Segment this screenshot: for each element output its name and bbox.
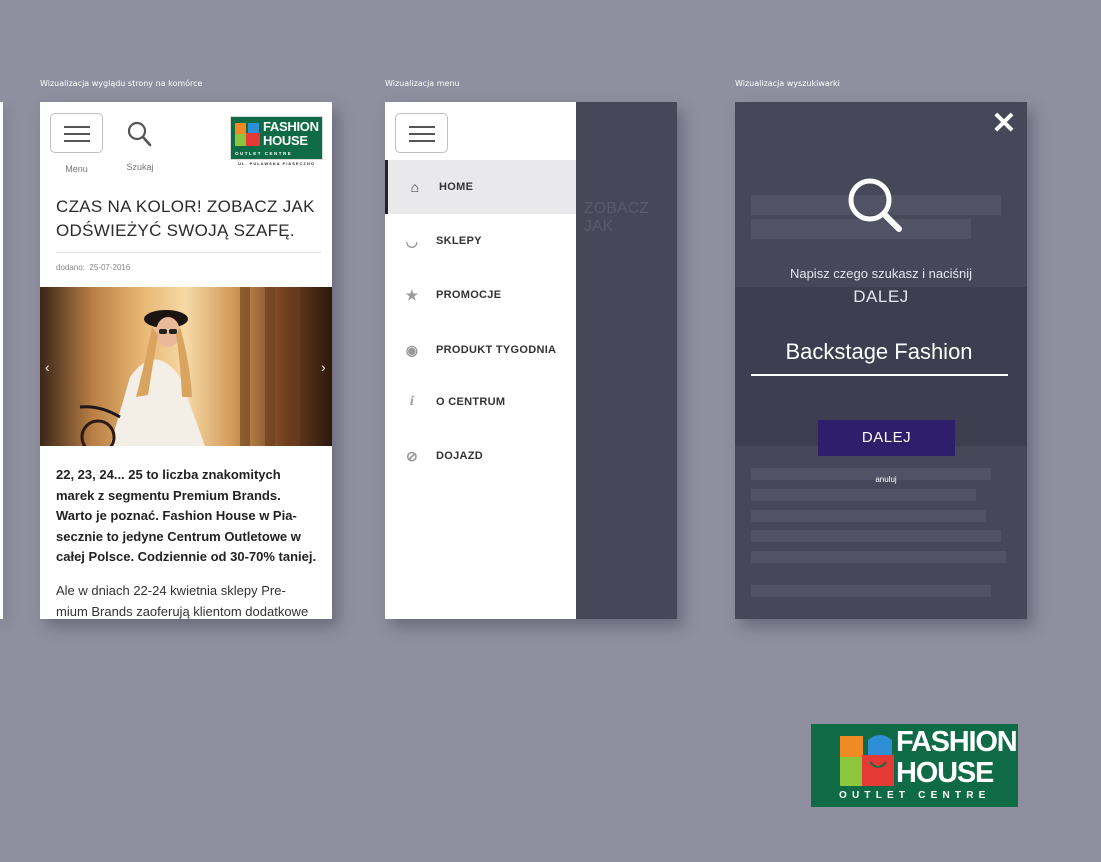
menu-item-dojazd[interactable]: ⊘ DOJAZD [385, 429, 576, 483]
article-date: dodano: 25-07-2016 [56, 263, 130, 272]
hamburger-icon-bar [64, 133, 90, 135]
logo-outlet-centre: OUTLET CENTRE [839, 790, 991, 801]
title-divider [56, 252, 321, 253]
logo-line1: FASHION [896, 726, 1018, 758]
mobile-header: Menu Szukaj FASHION HOUSE OUTLET CENTRE [40, 102, 332, 182]
menu-item-label: PROMOCJE [436, 289, 502, 301]
woman-with-hat-photo [79, 287, 300, 446]
logo-outlet-centre: OUTLET CENTRE [235, 151, 293, 156]
slider-prev-arrow[interactable]: ‹ [45, 359, 50, 375]
hamburger-menu-button[interactable] [395, 113, 448, 153]
lead-line: 22, 23, 24... 25 to liczba znakomitych [56, 467, 281, 482]
menu-item-home[interactable]: ⌂ HOME [385, 160, 576, 214]
search-icon[interactable] [126, 120, 152, 148]
search-icon [848, 178, 902, 232]
logo-text: FASHION HOUSE [896, 726, 1018, 789]
article-title: CZAS NA KOLOR! ZOBACZ JAK ODŚWIEŻYĆ SWOJ… [56, 195, 318, 243]
article-title-line2: ODŚWIEŻYĆ SWOJĄ SZAFĘ. [56, 221, 295, 240]
logo-line2: HOUSE [263, 133, 308, 148]
dimmed-text [751, 489, 976, 501]
logo-line1: FASHION [263, 119, 319, 134]
info-icon: i [409, 394, 415, 409]
lead-line: Warto je poznać. Fashion House w Pia- [56, 508, 297, 523]
article-lead: 22, 23, 24... 25 to liczba znakomitych m… [56, 465, 324, 568]
caption-search: Wizualizacja wyszukiwarki [735, 79, 840, 88]
phone-search-mockup: ✕ Napisz czego szukasz i naciśnij DALEJ … [735, 102, 1027, 619]
logo-text: FASHION HOUSE [263, 120, 319, 148]
date-value: 25-07-2016 [89, 263, 131, 272]
hamburger-menu-button[interactable] [50, 113, 103, 153]
menu-item-label: SKLEPY [436, 235, 482, 247]
fashion-house-logo[interactable]: FASHION HOUSE OUTLET CENTRE UL. PUŁAWSKA… [230, 116, 323, 166]
hamburger-icon-bar [409, 140, 435, 142]
shopping-bags-icon [235, 123, 260, 146]
hamburger-icon-bar [409, 133, 435, 135]
caption-page: Wizualizacja wyglądu strony na komórce [40, 79, 203, 88]
star-icon: ★ [405, 287, 419, 303]
side-menu-panel: ⌂ HOME ◡ SKLEPY ★ PROMOCJE ◉ PRODUKT TYG… [385, 102, 576, 619]
phone-page-mockup: Menu Szukaj FASHION HOUSE OUTLET CENTRE [40, 102, 332, 619]
hamburger-icon [409, 126, 435, 128]
menu-item-label: PRODUKT TYGODNIA [436, 344, 557, 356]
slider-next-arrow[interactable]: › [321, 359, 326, 375]
article-image-slider[interactable]: ‹ › [40, 287, 332, 446]
cancel-link[interactable]: anuluj [735, 475, 1027, 484]
logo-address: UL. PUŁAWSKA PIASECZNO [238, 161, 315, 166]
date-label: dodano: [56, 263, 85, 272]
menu-item-o-centrum[interactable]: i O CENTRUM [385, 375, 576, 429]
shopping-bags-icon [840, 735, 894, 786]
menu-label: Menu [65, 164, 88, 174]
caption-menu: Wizualizacja menu [385, 79, 460, 88]
compass-icon: ⊘ [405, 448, 419, 464]
menu-item-produkt-tygodnia[interactable]: ◉ PRODUKT TYGODNIA [385, 323, 576, 377]
menu-item-label: HOME [439, 181, 474, 193]
lead-line: marek z segmentu Premium Brands. [56, 487, 281, 503]
body-line: Ale w dniach 22-24 kwietnia sklepy Pre- [56, 583, 286, 598]
phone-menu-mockup: ZOBACZ JAK ⌂ HOME ◡ SKLEPY ★ PROMOCJE ◉ … [385, 102, 677, 619]
dimmed-text [751, 510, 986, 522]
article-body: Ale w dniach 22-24 kwietnia sklepy Pre- … [56, 581, 324, 619]
lead-line: secznie to jedyne Centrum Outletowe w [56, 528, 301, 544]
menu-item-label: O CENTRUM [436, 396, 506, 408]
hamburger-icon [64, 126, 90, 128]
body-line: mium Brands zaoferują klientom dodatkowe [56, 603, 309, 619]
offscreen-phone-edge [0, 102, 3, 619]
dimmed-text [751, 551, 1006, 563]
article-title-line1: CZAS NA KOLOR! ZOBACZ JAK [56, 197, 315, 216]
search-input[interactable]: Backstage Fashion [751, 339, 1007, 365]
lead-line: całej Polsce. Codziennie od 30-70% tanie… [56, 549, 317, 564]
search-submit-button[interactable]: DALEJ [818, 420, 955, 456]
logo-box: FASHION HOUSE OUTLET CENTRE [230, 116, 323, 160]
search-instructions-dalej: DALEJ [853, 287, 909, 306]
search-instructions: Napisz czego szukasz i naciśnij [789, 266, 973, 281]
close-icon[interactable]: ✕ [989, 109, 1019, 139]
search-label: Szukaj [126, 162, 154, 172]
fashion-house-logo-large: FASHION HOUSE OUTLET CENTRE [811, 724, 1018, 807]
search-input-underline [751, 374, 1008, 376]
badge-icon: ◉ [405, 342, 419, 358]
dimmed-text [751, 530, 1001, 542]
menu-item-sklepy[interactable]: ◡ SKLEPY [385, 214, 576, 268]
dimmed-text: ZOBACZ JAK [584, 200, 649, 235]
home-icon: ⌂ [410, 179, 420, 195]
hamburger-icon-bar [64, 140, 90, 142]
menu-item-label: DOJAZD [436, 450, 484, 462]
dimmed-text [751, 585, 991, 597]
menu-item-promocje[interactable]: ★ PROMOCJE [385, 268, 576, 322]
basket-icon: ◡ [405, 233, 419, 249]
dimmed-page-overlay[interactable]: ZOBACZ JAK [576, 102, 677, 619]
logo-line2: HOUSE [896, 757, 994, 789]
